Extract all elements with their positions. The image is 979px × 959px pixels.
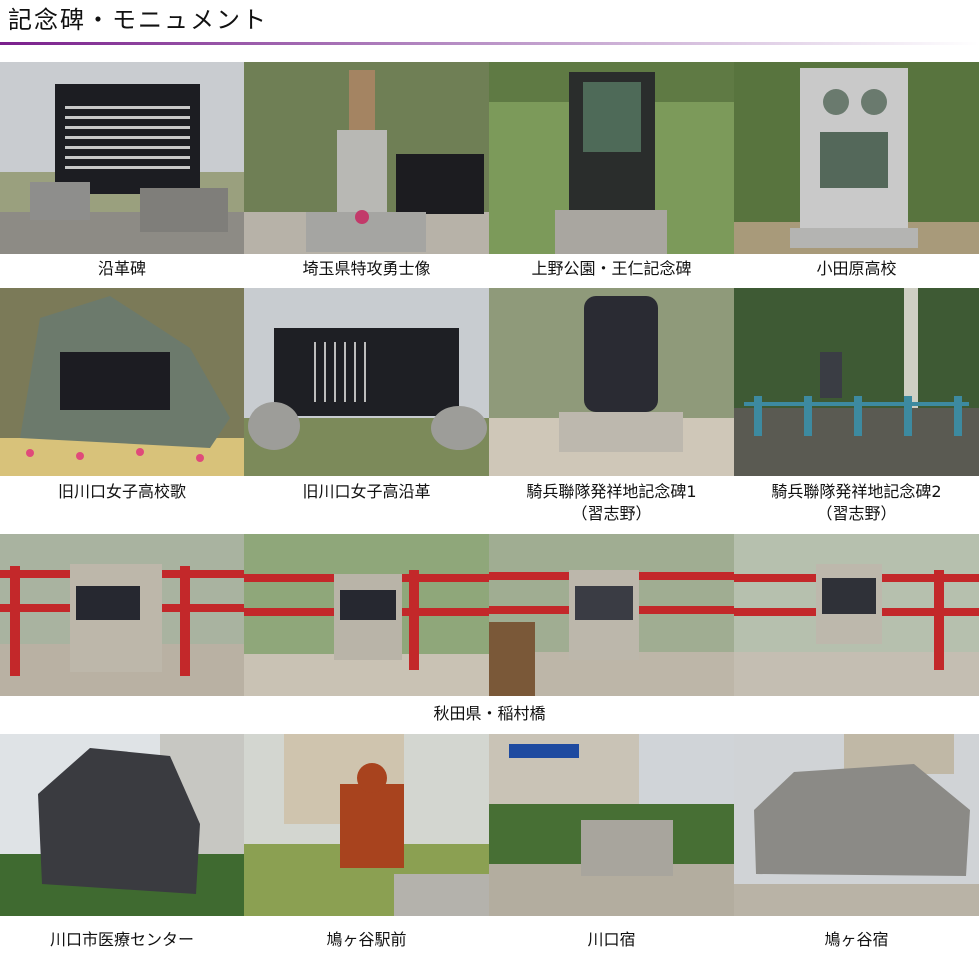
caption-kawaguchi-girls-history: 旧川口女子高沿革 bbox=[302, 482, 431, 501]
photo-hatogaya-juku bbox=[734, 734, 979, 916]
caption-kawaguchi-medical: 川口市医療センター bbox=[49, 930, 194, 949]
caption-tokko: 埼玉県特攻勇士像 bbox=[302, 259, 431, 278]
photo-kawaguchi-medical-center bbox=[0, 734, 244, 916]
caption-hatogaya-juku: 鳩ヶ谷宿 bbox=[824, 930, 889, 949]
photo-tokko-statue bbox=[244, 62, 489, 254]
photo-hatogaya-station-front bbox=[244, 734, 489, 916]
photo-wani-monument bbox=[489, 62, 734, 254]
caption-inamura-bridge: 秋田県・稲村橋 bbox=[433, 704, 546, 723]
caption-kihei-2: 騎兵聯隊発祥地記念碑2 （習志野） bbox=[771, 482, 942, 523]
photo-odawara-monument bbox=[734, 62, 979, 254]
photo-kihei-monument-1 bbox=[489, 288, 734, 476]
photo-inamura-bridge-1 bbox=[0, 534, 244, 696]
photo-kawaguchi-girls-history bbox=[244, 288, 489, 476]
title-divider bbox=[0, 42, 979, 45]
caption-enkaku: 沿革碑 bbox=[97, 259, 146, 278]
caption-wani: 上野公園・王仁記念碑 bbox=[531, 259, 692, 278]
caption-kawaguchi-juku: 川口宿 bbox=[587, 930, 636, 949]
photo-inamura-bridge-3 bbox=[489, 534, 734, 696]
photo-kawaguchi-juku bbox=[489, 734, 734, 916]
caption-odawara: 小田原高校 bbox=[816, 259, 897, 278]
caption-kihei-1: 騎兵聯隊発祥地記念碑1 （習志野） bbox=[526, 482, 697, 523]
photo-enkaku-monument bbox=[0, 62, 244, 254]
photo-kawaguchi-girls-song bbox=[0, 288, 244, 476]
page-title: 記念碑・モニュメント bbox=[8, 6, 268, 34]
caption-kawaguchi-girls-song: 旧川口女子高校歌 bbox=[57, 482, 186, 501]
photo-inamura-bridge-2 bbox=[244, 534, 489, 696]
photo-kihei-monument-2 bbox=[734, 288, 979, 476]
caption-hatogaya-station: 鳩ヶ谷駅前 bbox=[326, 930, 407, 949]
photo-inamura-bridge-4 bbox=[734, 534, 979, 696]
